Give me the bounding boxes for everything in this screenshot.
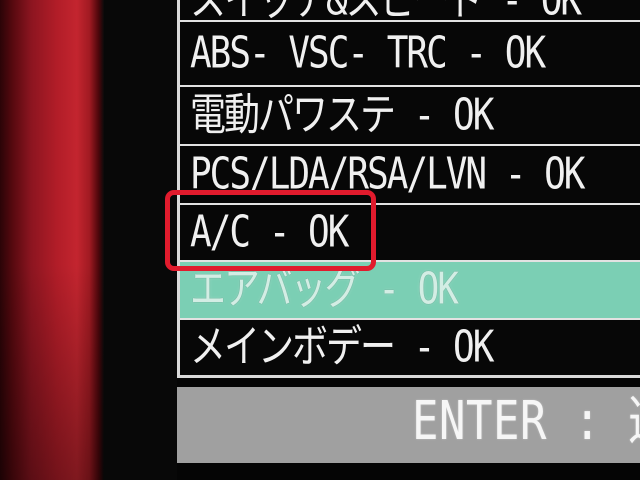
row-label: ABS- VSC- TRC - OK: [190, 27, 546, 78]
system-check-list: スイッチ&スピード - OK ABS- VSC- TRC - OK 電動パワステ…: [177, 0, 640, 378]
list-row-main-body[interactable]: メインボデー - OK: [180, 320, 640, 375]
row-label: メインボデー - OK: [190, 321, 494, 372]
device-casing: [0, 0, 104, 480]
row-label: スイッチ&スピード - OK: [190, 0, 582, 26]
annotation-box: [165, 190, 376, 271]
row-label: 電動パワステ - OK: [190, 89, 494, 140]
list-row-abs-vsc-trc[interactable]: ABS- VSC- TRC - OK: [180, 22, 640, 87]
list-row-power-steering[interactable]: 電動パワステ - OK: [180, 87, 640, 146]
footer-bar: ENTER : 選: [177, 387, 640, 463]
footer-hint: ENTER : 選: [412, 390, 640, 453]
list-row-switch-speed[interactable]: スイッチ&スピード - OK: [180, 0, 640, 26]
row-label: エアバッグ - OK: [190, 264, 459, 315]
